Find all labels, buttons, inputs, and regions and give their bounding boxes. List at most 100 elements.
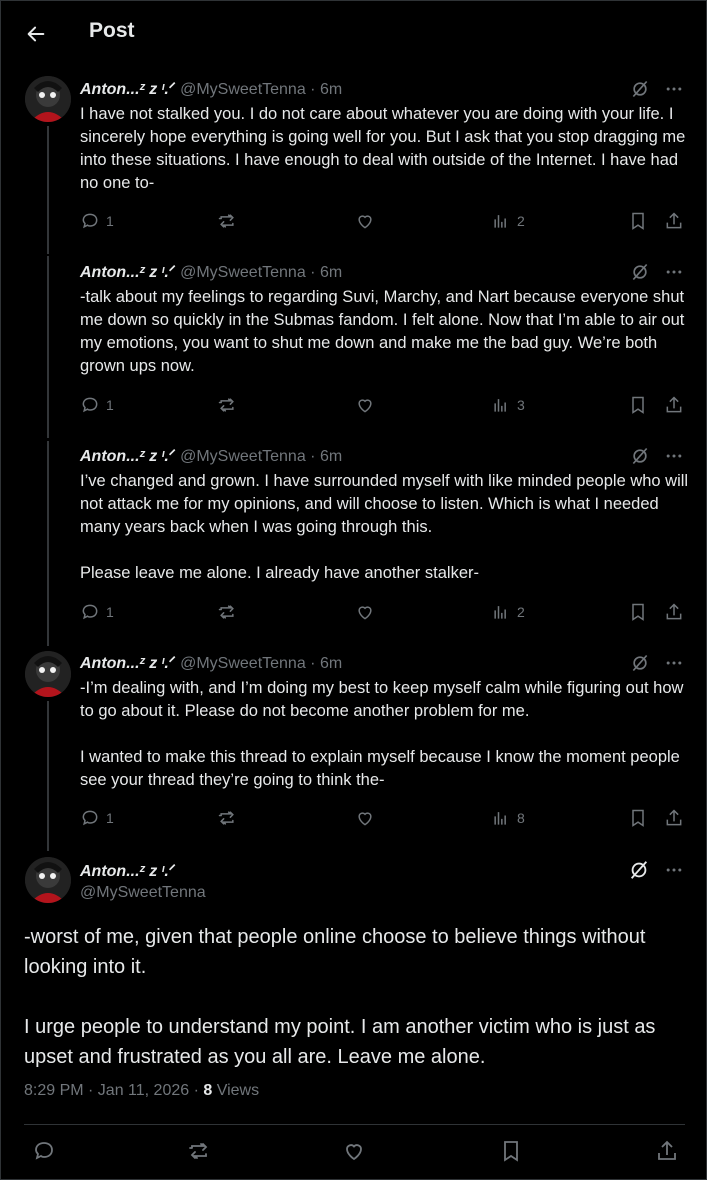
like-button[interactable] xyxy=(355,808,375,828)
thread-line xyxy=(47,126,49,254)
post-header-icons xyxy=(630,79,684,99)
reply-count: 1 xyxy=(106,604,114,620)
views-button[interactable]: 8 xyxy=(491,808,525,828)
views-button[interactable]: 2 xyxy=(491,602,525,622)
like-icon xyxy=(346,1144,362,1161)
like-button[interactable] xyxy=(355,395,375,415)
views-button[interactable]: 3 xyxy=(491,395,525,415)
author-name[interactable]: Anton...ᶻ z ᶦ.ᐟ xyxy=(80,655,176,672)
post-header: Anton...ᶻ z ᶦ.ᐟ @MySweetTenna · 6m xyxy=(80,655,343,672)
share-icon xyxy=(666,603,682,620)
reply-button[interactable]: 1 xyxy=(80,602,114,622)
post-time[interactable]: 6m xyxy=(320,264,342,281)
back-arrow-icon xyxy=(27,26,45,42)
grok-icon[interactable] xyxy=(630,653,650,673)
post-text: I’ve changed and grown. I have surrounde… xyxy=(80,472,689,582)
post-time[interactable]: 6m xyxy=(320,655,342,672)
reply-button[interactable] xyxy=(32,1139,56,1163)
more-icon[interactable] xyxy=(664,653,684,673)
bookmark-icon xyxy=(632,396,644,414)
avatar[interactable] xyxy=(25,76,71,122)
like-icon xyxy=(358,606,372,620)
author-name[interactable]: Anton...ᶻ z ᶦ.ᐟ xyxy=(80,861,176,881)
post-actions: 1 2 xyxy=(80,211,686,235)
divider xyxy=(24,1124,685,1125)
reply-button[interactable]: 1 xyxy=(80,395,114,415)
views-icon xyxy=(494,606,506,619)
repost-button[interactable] xyxy=(217,395,237,415)
main-post-text: -worst of me, given that people online c… xyxy=(24,926,656,1068)
post-text: -I’m dealing with, and I’m doing my best… xyxy=(80,679,684,789)
repost-button[interactable] xyxy=(217,808,237,828)
views-icon xyxy=(494,399,506,412)
post-header-icons xyxy=(630,262,684,282)
more-icon[interactable] xyxy=(664,262,684,282)
views-count: 8 xyxy=(203,1082,213,1099)
share-button[interactable] xyxy=(664,395,684,415)
like-button[interactable] xyxy=(342,1139,366,1163)
reply-icon xyxy=(82,604,98,620)
post-header-icons xyxy=(630,653,684,673)
avatar[interactable] xyxy=(25,651,71,697)
post-actions: 1 2 xyxy=(80,602,686,626)
author-handle[interactable]: @MySweetTenna xyxy=(180,655,306,672)
like-button[interactable] xyxy=(355,211,375,231)
back-button[interactable] xyxy=(23,21,49,47)
grok-icon[interactable] xyxy=(628,859,650,881)
grok-icon[interactable] xyxy=(630,79,650,99)
author-handle[interactable]: @MySweetTenna xyxy=(180,448,306,465)
bookmark-button[interactable] xyxy=(499,1139,523,1163)
repost-button[interactable] xyxy=(217,602,237,622)
more-icon[interactable] xyxy=(664,446,684,466)
share-icon xyxy=(658,1140,676,1160)
repost-icon xyxy=(218,398,234,412)
views-icon xyxy=(494,812,506,825)
author-name[interactable]: Anton...ᶻ z ᶦ.ᐟ xyxy=(80,81,176,98)
more-icon[interactable] xyxy=(664,860,684,880)
post-time[interactable]: 6m xyxy=(320,81,342,98)
grok-icon[interactable] xyxy=(630,262,650,282)
views-button[interactable]: 2 xyxy=(491,211,525,231)
page-title: Post xyxy=(89,19,135,42)
repost-icon xyxy=(218,214,234,228)
bookmark-button[interactable] xyxy=(628,602,648,622)
repost-button[interactable] xyxy=(187,1139,211,1163)
reply-count: 1 xyxy=(106,397,114,413)
share-button[interactable] xyxy=(664,808,684,828)
grok-icon[interactable] xyxy=(630,446,650,466)
repost-icon xyxy=(218,605,234,619)
thread-line xyxy=(47,701,49,851)
views-count: 2 xyxy=(517,213,525,229)
author-handle[interactable]: @MySweetTenna xyxy=(180,81,306,98)
share-button[interactable] xyxy=(664,602,684,622)
post-timestamp[interactable]: 8:29 PM · Jan 11, 2026 · xyxy=(24,1082,203,1099)
reply-icon xyxy=(82,397,98,413)
avatar[interactable] xyxy=(25,857,71,903)
share-button[interactable] xyxy=(655,1139,679,1163)
author-name[interactable]: Anton...ᶻ z ᶦ.ᐟ xyxy=(80,264,176,281)
bookmark-button[interactable] xyxy=(628,211,648,231)
thread-line xyxy=(47,441,49,646)
author-handle[interactable]: @MySweetTenna xyxy=(80,884,206,902)
reply-button[interactable]: 1 xyxy=(80,211,114,231)
post-actions: 1 8 xyxy=(80,808,686,832)
like-button[interactable] xyxy=(355,602,375,622)
post-text: -talk about my feelings to regarding Suv… xyxy=(80,288,685,375)
post-header: Anton...ᶻ z ᶦ.ᐟ @MySweetTenna · 6m xyxy=(80,264,343,281)
share-button[interactable] xyxy=(664,211,684,231)
reply-count: 1 xyxy=(106,213,114,229)
post-actions: 1 3 xyxy=(80,395,686,419)
repost-button[interactable] xyxy=(217,211,237,231)
reply-button[interactable]: 1 xyxy=(80,808,114,828)
bookmark-icon xyxy=(632,212,644,230)
bookmark-button[interactable] xyxy=(628,808,648,828)
app-frame: Post Anton...ᶻ z ᶦ.ᐟ @MySweetTenna · 6m … xyxy=(0,0,707,1180)
like-icon xyxy=(358,215,372,229)
post-time[interactable]: 6m xyxy=(320,448,342,465)
more-icon[interactable] xyxy=(664,79,684,99)
main-post-actions xyxy=(1,1139,707,1167)
author-name[interactable]: Anton...ᶻ z ᶦ.ᐟ xyxy=(80,448,176,465)
top-bar: Post xyxy=(1,1,707,63)
bookmark-button[interactable] xyxy=(628,395,648,415)
author-handle[interactable]: @MySweetTenna xyxy=(180,264,306,281)
